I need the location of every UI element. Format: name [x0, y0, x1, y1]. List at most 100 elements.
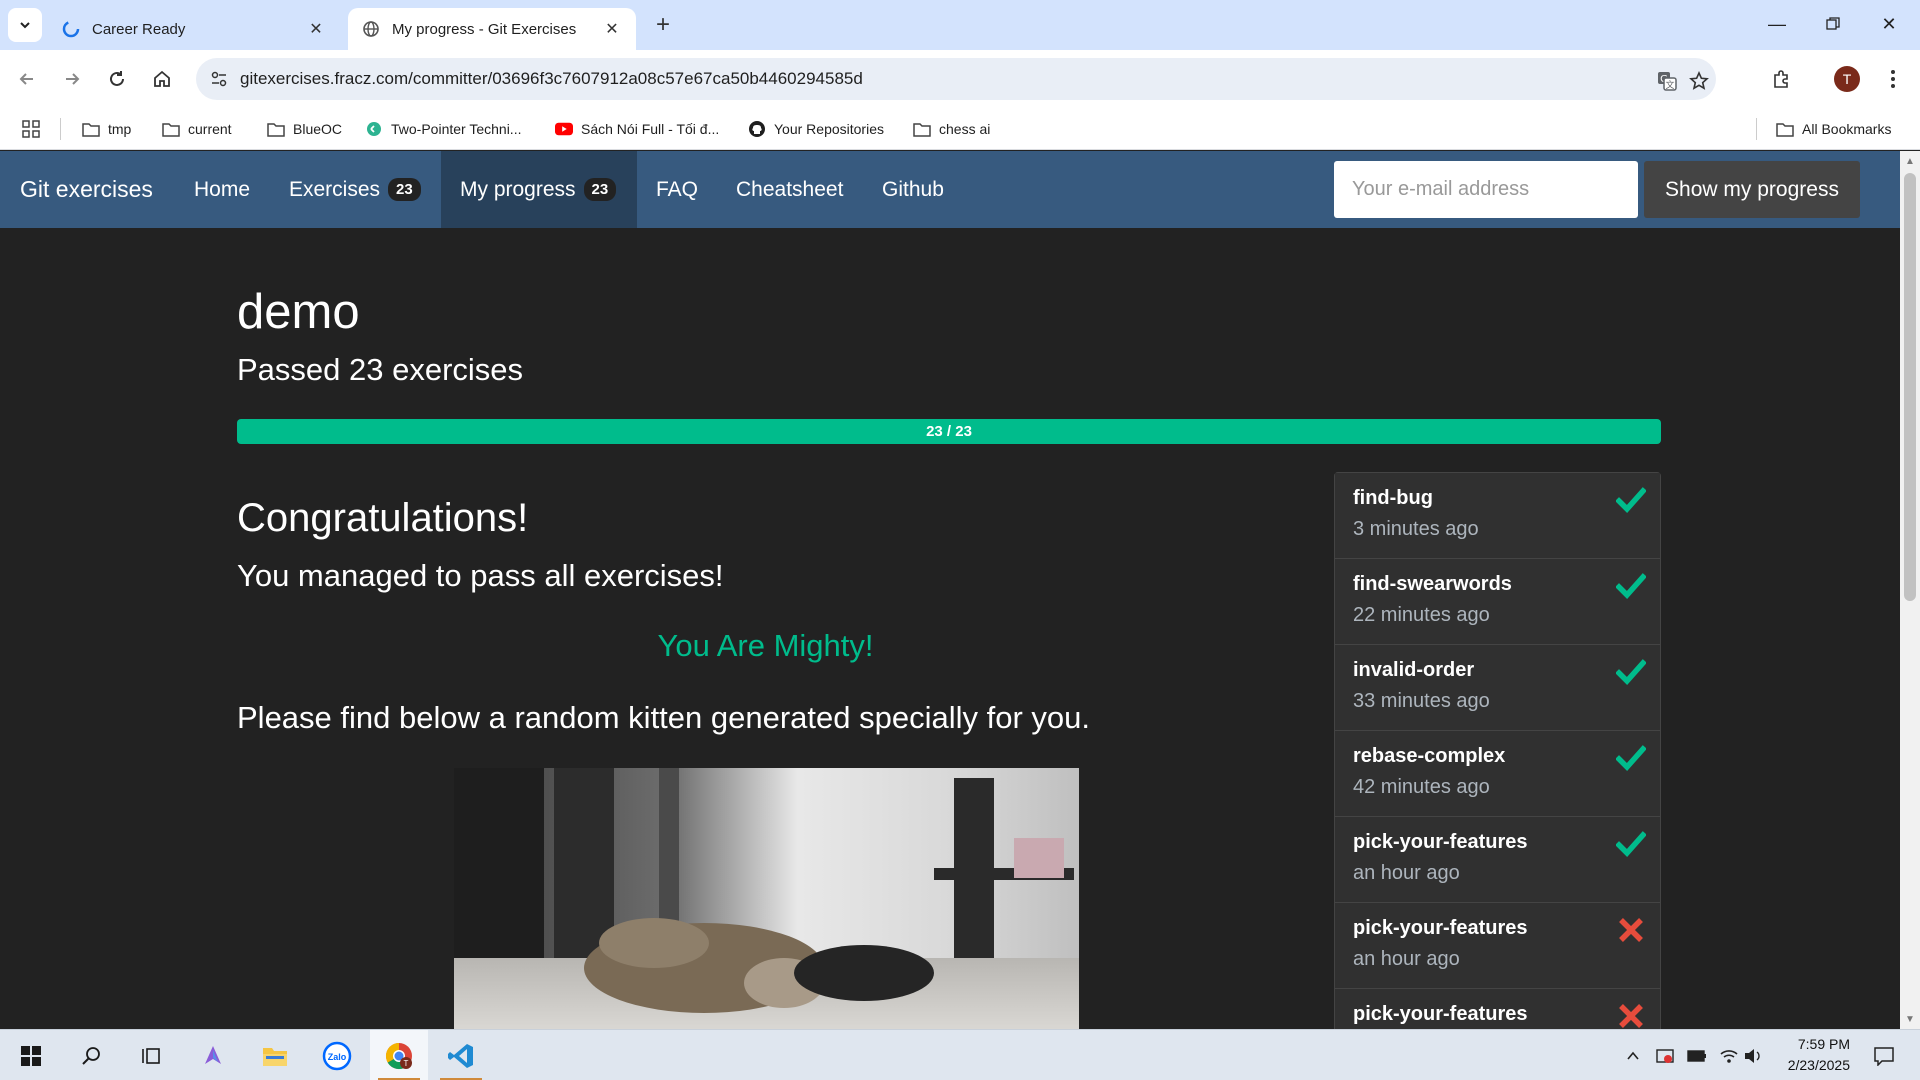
all-bookmarks-label: All Bookmarks — [1802, 121, 1892, 137]
bookmark-label: BlueOC — [293, 121, 343, 137]
exercise-name: find-swearwords — [1353, 573, 1512, 595]
check-icon — [1616, 831, 1646, 858]
browser-tabstrip: Career Ready ✕ My progress - Git Exercis… — [0, 0, 1920, 50]
battery-icon[interactable] — [1682, 1030, 1712, 1080]
forward-icon[interactable] — [55, 62, 89, 96]
exercise-time: 42 minutes ago — [1353, 776, 1490, 798]
nav-faq[interactable]: FAQ — [637, 151, 717, 228]
translate-icon[interactable]: G文 — [1652, 66, 1682, 96]
page-scrollbar[interactable]: ▲ ▼ — [1900, 151, 1920, 1029]
close-icon[interactable]: ✕ — [602, 19, 622, 39]
close-icon[interactable]: ✕ — [306, 19, 326, 39]
nav-cheatsheet[interactable]: Cheatsheet — [717, 151, 862, 228]
apps-icon[interactable] — [22, 108, 40, 150]
github-icon — [748, 121, 766, 137]
bookmark-your-repositories[interactable]: Your Repositories — [748, 108, 884, 150]
exercise-item[interactable]: find-swearwords 22 minutes ago — [1335, 559, 1660, 645]
site-settings-icon[interactable] — [208, 68, 230, 90]
search-icon[interactable] — [62, 1030, 120, 1080]
bookmark-label: current — [188, 121, 232, 137]
email-input[interactable] — [1334, 161, 1638, 218]
tab-my-progress[interactable]: My progress - Git Exercises ✕ — [348, 8, 636, 50]
scroll-down-icon[interactable]: ▼ — [1900, 1011, 1920, 1027]
cross-icon — [1619, 1004, 1643, 1028]
minimize-icon[interactable]: — — [1754, 4, 1800, 44]
exercise-name: pick-your-features — [1353, 1003, 1528, 1025]
profile-avatar[interactable]: T — [1834, 66, 1860, 92]
reload-icon[interactable] — [100, 62, 134, 96]
scroll-up-icon[interactable]: ▲ — [1900, 153, 1920, 169]
security-icon[interactable] — [1650, 1030, 1680, 1080]
bookmark-tmp[interactable]: tmp — [82, 108, 131, 150]
bookmark-label: chess ai — [939, 121, 991, 137]
taskbar: Zalo T 7:59 PM 2/23/2025 — [0, 1029, 1920, 1080]
nav-home[interactable]: Home — [175, 151, 269, 228]
windows-start-icon[interactable] — [2, 1030, 60, 1080]
nav-cheatsheet-label: Cheatsheet — [736, 177, 844, 201]
bookmark-current[interactable]: current — [162, 108, 232, 150]
svg-text:文: 文 — [1665, 79, 1674, 91]
leetcode-icon — [365, 121, 383, 137]
file-explorer-icon[interactable] — [246, 1030, 304, 1080]
bookmark-sach-noi[interactable]: Sách Nói Full - Tối đ... — [555, 108, 719, 150]
exercise-item[interactable]: pick-your-features an hour ago — [1335, 903, 1660, 989]
back-icon[interactable] — [10, 62, 44, 96]
system-clock[interactable]: 7:59 PM 2/23/2025 — [1760, 1034, 1850, 1076]
check-icon — [1616, 745, 1646, 772]
clock-date: 2/23/2025 — [1787, 1057, 1850, 1073]
nav-my-progress[interactable]: My progress 23 — [441, 151, 637, 228]
folder-icon — [82, 121, 100, 137]
nav-exercises[interactable]: Exercises 23 — [270, 151, 440, 228]
chevron-up-icon[interactable] — [1618, 1030, 1648, 1080]
nav-faq-label: FAQ — [656, 177, 699, 201]
exercise-item[interactable]: rebase-complex 42 minutes ago — [1335, 731, 1660, 817]
brand-link[interactable]: Git exercises — [20, 151, 153, 228]
nav-exercises-label: Exercises — [289, 177, 381, 201]
nav-github[interactable]: Github — [863, 151, 963, 228]
exercise-time: 33 minutes ago — [1353, 690, 1490, 712]
exercise-item[interactable]: invalid-order 33 minutes ago — [1335, 645, 1660, 731]
progress-fill: 23 / 23 — [237, 419, 1661, 444]
task-view-icon[interactable] — [122, 1030, 180, 1080]
bookmark-two-pointer[interactable]: Two-Pointer Techni... — [365, 108, 521, 150]
copilot-icon[interactable] — [184, 1030, 242, 1080]
tab-search-button[interactable] — [8, 8, 42, 42]
exercise-item[interactable]: find-bug 3 minutes ago — [1335, 473, 1660, 559]
exercise-time: 3 minutes ago — [1353, 518, 1479, 540]
exercise-name: rebase-complex — [1353, 745, 1506, 767]
address-bar[interactable]: gitexercises.fracz.com/committer/03696f3… — [196, 58, 1716, 100]
vscode-icon[interactable] — [432, 1030, 490, 1080]
committer-name: demo — [237, 285, 360, 339]
scroll-thumb[interactable] — [1904, 173, 1916, 601]
tab-title: My progress - Git Exercises — [392, 20, 577, 38]
clock-time: 7:59 PM — [1797, 1036, 1850, 1052]
bookmark-label: Your Repositories — [774, 121, 884, 137]
exercise-item[interactable]: pick-your-features an hour ago — [1335, 817, 1660, 903]
zalo-icon[interactable]: Zalo — [308, 1030, 366, 1080]
notifications-icon[interactable] — [1864, 1030, 1904, 1080]
exercise-name: pick-your-features — [1353, 831, 1528, 853]
svg-text:Zalo: Zalo — [328, 1052, 347, 1062]
all-bookmarks[interactable]: All Bookmarks — [1776, 108, 1891, 150]
loading-icon — [62, 20, 80, 38]
exercise-item[interactable]: pick-your-features — [1335, 989, 1660, 1029]
show-progress-button[interactable]: Show my progress — [1644, 161, 1860, 218]
chrome-icon[interactable]: T — [370, 1030, 428, 1080]
progress-bar: 23 / 23 — [237, 419, 1661, 444]
globe-icon — [362, 20, 380, 38]
menu-icon[interactable] — [1876, 62, 1910, 96]
kitten-image — [454, 768, 1079, 1029]
bookmark-chess-ai[interactable]: chess ai — [913, 108, 990, 150]
tab-career-ready[interactable]: Career Ready ✕ — [48, 8, 340, 50]
extensions-icon[interactable] — [1764, 62, 1798, 96]
star-icon[interactable] — [1684, 66, 1714, 96]
bookmark-blueoc[interactable]: BlueOC — [267, 108, 342, 150]
home-icon[interactable] — [145, 62, 179, 96]
progress-count-badge: 23 — [583, 178, 617, 201]
exercise-name: find-bug — [1353, 487, 1433, 509]
close-window-icon[interactable]: ✕ — [1866, 4, 1912, 44]
new-tab-button[interactable]: + — [648, 10, 678, 40]
bookmark-label: Sách Nói Full - Tối đ... — [581, 121, 720, 137]
restore-icon[interactable] — [1810, 4, 1856, 44]
check-icon — [1616, 659, 1646, 686]
